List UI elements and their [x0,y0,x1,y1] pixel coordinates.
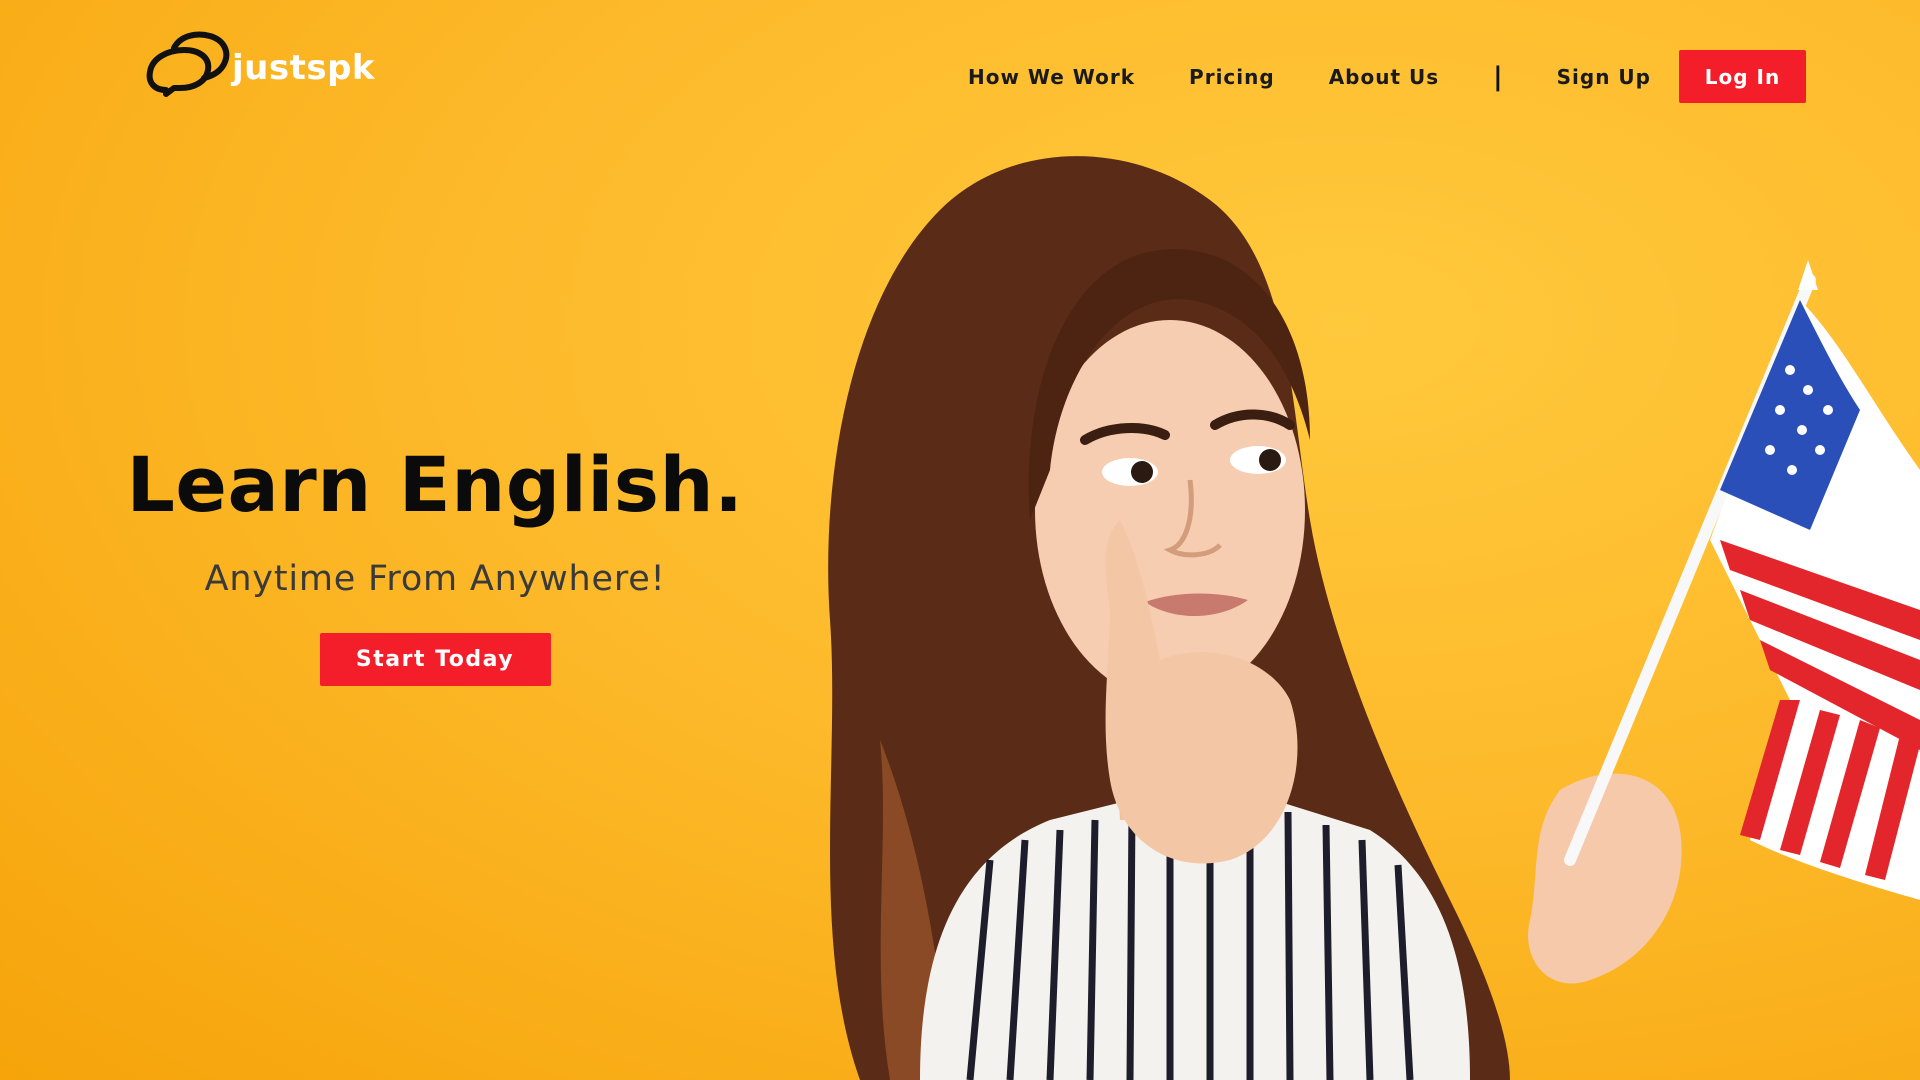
nav-divider: | [1493,61,1503,92]
log-in-button[interactable]: Log In [1679,50,1806,103]
nav-about-us[interactable]: About Us [1329,65,1439,89]
brand-name: justspk [232,48,376,88]
nav-how-we-work[interactable]: How We Work [968,65,1135,89]
sign-up-link[interactable]: Sign Up [1557,65,1651,89]
start-today-button[interactable]: Start Today [319,633,551,686]
logo[interactable]: justspk [144,28,375,98]
site-header: justspk How We Work Pricing About Us | S… [0,0,1920,150]
speech-bubble-icon [146,31,230,97]
main-nav: How We Work Pricing About Us | Sign Up L… [941,50,1806,103]
nav-pricing[interactable]: Pricing [1189,65,1275,89]
woman-holding-us-flag-photo [828,156,1920,1080]
